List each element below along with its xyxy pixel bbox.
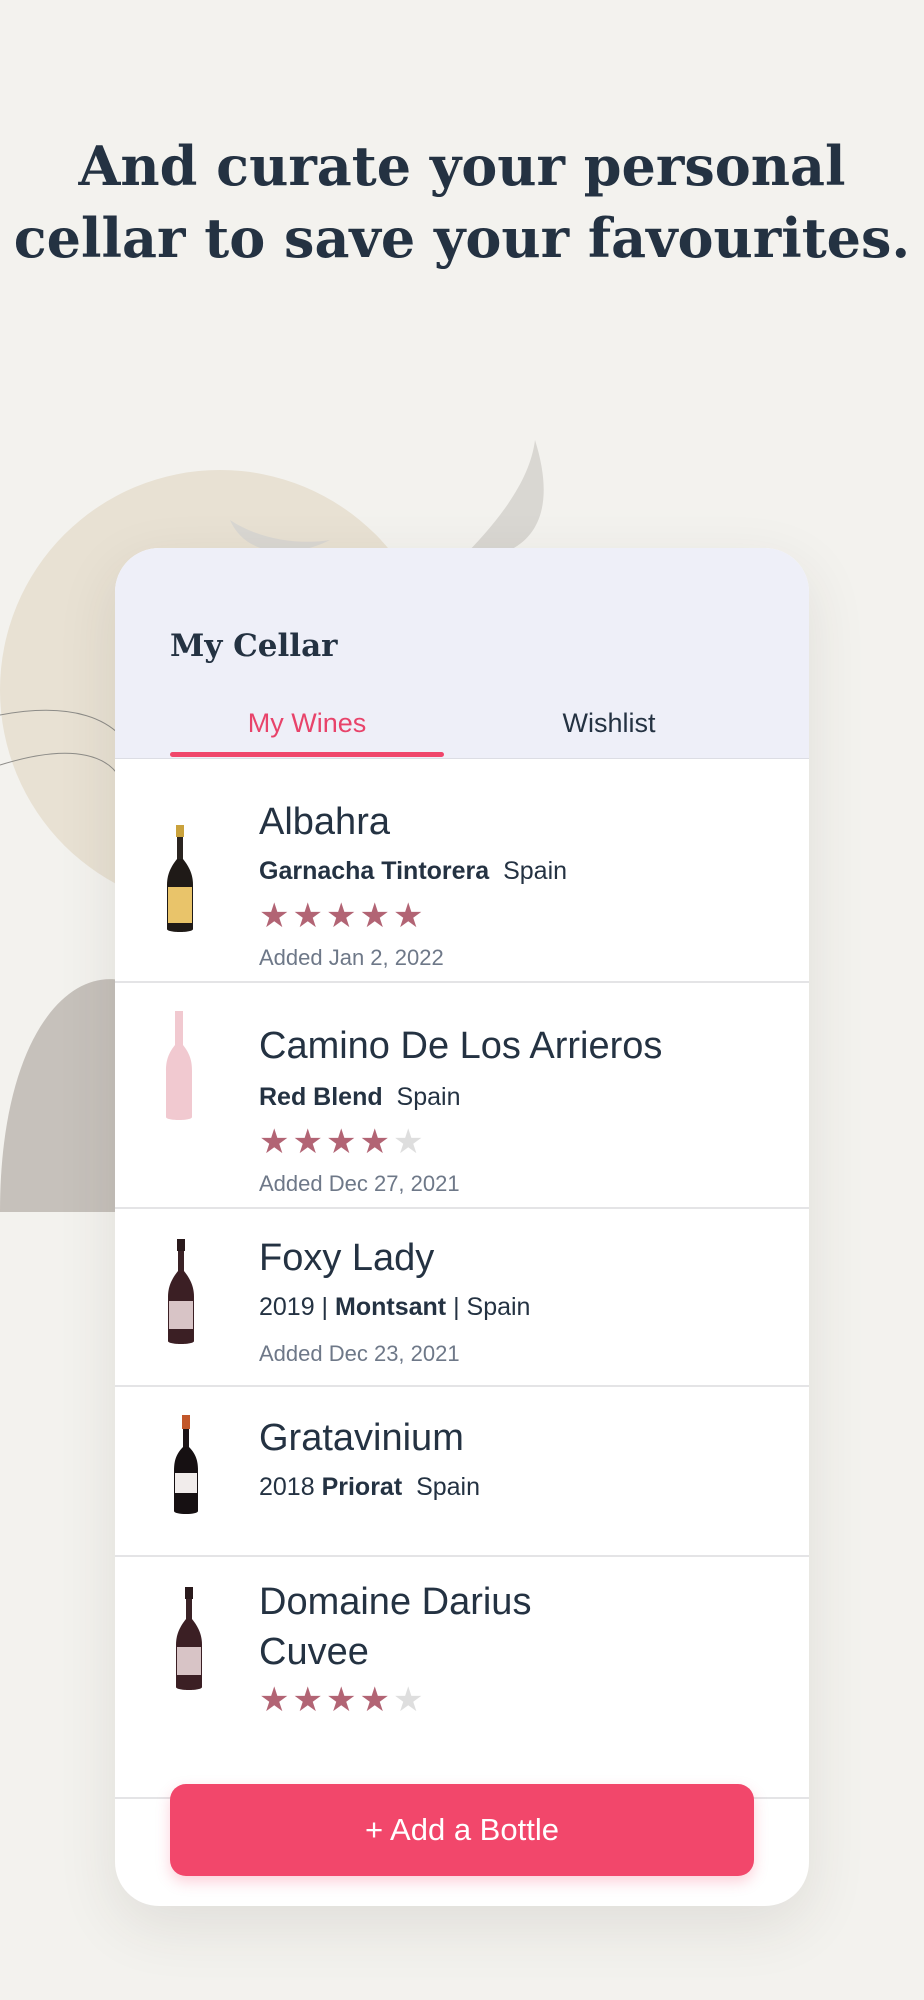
star-icon: ★	[292, 896, 326, 936]
wine-name-line: Cuvee	[259, 1631, 369, 1673]
wine-bottle-placeholder-icon	[166, 1011, 192, 1120]
star-icon: ★	[259, 1680, 293, 1720]
star-rating: ★★★★★	[259, 1683, 426, 1717]
wine-name: Foxy Lady	[259, 1237, 435, 1279]
star-icon: ★	[359, 1680, 393, 1720]
wine-details: Garnacha Tintorera Spain	[259, 857, 567, 886]
wine-details: Red Blend Spain	[259, 1083, 460, 1112]
tab-wishlist[interactable]: Wishlist	[459, 708, 759, 739]
star-icon: ★	[325, 1122, 360, 1162]
star-icon: ★	[325, 896, 360, 936]
star-rating: ★★★★★	[259, 1125, 426, 1159]
star-icon: ★	[325, 1680, 360, 1720]
star-rating: ★★★★★	[259, 899, 426, 933]
wine-name: Albahra	[259, 801, 390, 843]
wine-list-item[interactable]: Gratavinium 2018 Priorat Spain	[115, 1387, 809, 1557]
wine-country: Spain	[416, 1473, 481, 1501]
wine-bottle-dark-icon	[168, 1239, 194, 1344]
wine-country: Spain	[503, 857, 568, 885]
tab-my-wines[interactable]: My Wines	[170, 708, 444, 739]
wine-name: Gratavinium	[259, 1417, 464, 1459]
added-date: Added Dec 23, 2021	[259, 1341, 460, 1366]
wine-name-line: Domaine Darius	[259, 1581, 532, 1623]
wine-bottle-yellow-label-icon	[167, 825, 193, 932]
wine-name: Domaine Darius Cuvee	[259, 1577, 531, 1677]
wine-details: 2018 Priorat Spain	[259, 1473, 480, 1502]
wine-list-item[interactable]: Albahra Garnacha Tintorera Spain ★★★★★ A…	[115, 759, 809, 983]
wine-grape: Garnacha Tintorera	[259, 857, 490, 885]
add-bottle-button[interactable]: + Add a Bottle	[170, 1784, 754, 1876]
added-date: Added Jan 2, 2022	[259, 945, 444, 970]
wine-region: Priorat	[321, 1473, 403, 1501]
wine-grape: Red Blend	[259, 1083, 383, 1111]
star-icon: ★	[292, 1122, 326, 1162]
wine-bottle-dark-icon	[174, 1415, 198, 1514]
star-icon: ★	[259, 1122, 293, 1162]
star-icon: ★	[392, 1680, 427, 1720]
wine-list-item[interactable]: Camino De Los Arrieros Red Blend Spain ★…	[115, 983, 809, 1209]
star-icon: ★	[259, 896, 293, 936]
wine-country: | Spain	[453, 1293, 531, 1321]
phone-screen: My Cellar My Wines Wishlist Albahra Garn…	[115, 548, 809, 1906]
wine-vintage: 2018	[259, 1473, 315, 1501]
wine-list-item[interactable]: Foxy Lady 2019 | Montsant | Spain Added …	[115, 1209, 809, 1387]
star-icon: ★	[292, 1680, 326, 1720]
wine-country: Spain	[396, 1083, 461, 1111]
wine-details: 2019 | Montsant | Spain	[259, 1293, 530, 1322]
wine-name: Camino De Los Arrieros	[259, 1025, 663, 1067]
cellar-header: My Cellar My Wines Wishlist	[115, 548, 809, 759]
star-icon: ★	[392, 1122, 427, 1162]
star-icon: ★	[359, 896, 393, 936]
wine-vintage: 2019 |	[259, 1293, 329, 1321]
wine-bottle-dark-icon	[176, 1587, 202, 1690]
active-tab-indicator	[170, 752, 444, 757]
star-icon: ★	[392, 896, 427, 936]
added-date: Added Dec 27, 2021	[259, 1171, 460, 1196]
wine-region: Montsant	[335, 1293, 447, 1321]
page-title: My Cellar	[170, 628, 338, 664]
wine-list-item[interactable]: Domaine Darius Cuvee ★★★★★	[115, 1557, 809, 1799]
star-icon: ★	[359, 1122, 393, 1162]
promo-headline: And curate your personal cellar to save …	[13, 134, 911, 270]
